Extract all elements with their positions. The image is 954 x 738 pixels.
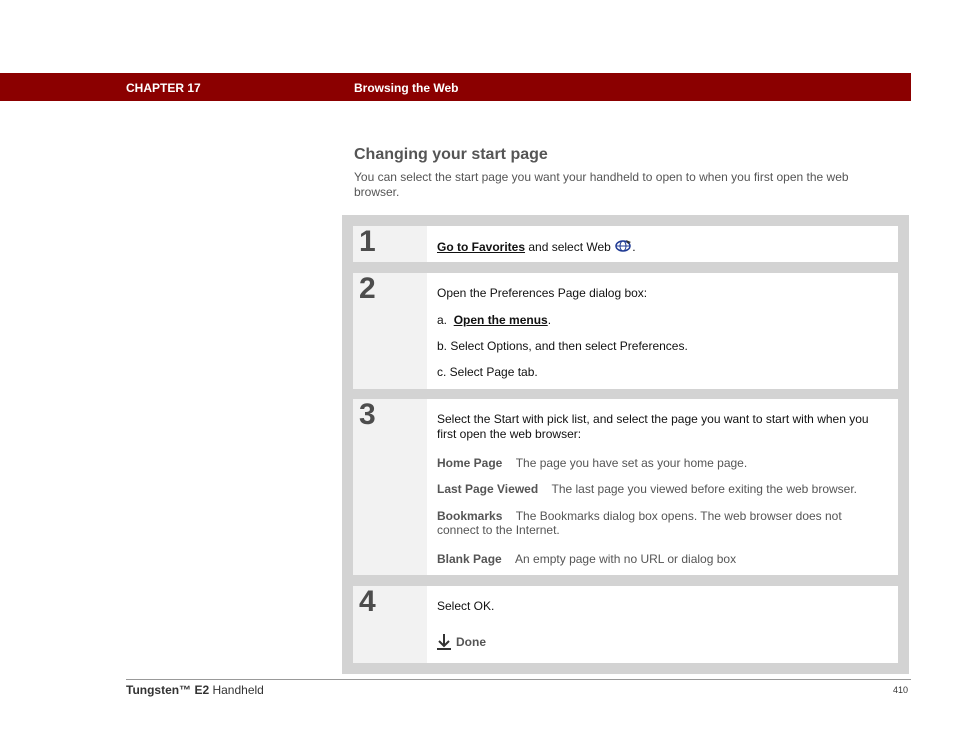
web-browser-icon (615, 240, 632, 252)
done-marker: Done (437, 633, 486, 650)
step-2-substep-b: b. Select Options, and then select Prefe… (437, 339, 688, 353)
step-1-instruction: and select Web (525, 240, 615, 254)
footer-divider (126, 679, 911, 680)
step-4-lead: Select OK. (437, 599, 495, 613)
section-title: Changing your start page (354, 146, 548, 163)
option-term: Home Page (437, 456, 503, 470)
step-number-cell: 4 (353, 586, 427, 663)
step-3-lead: Select the Start with pick list, and sel… (437, 412, 869, 441)
page-number: 410 (893, 685, 909, 695)
chapter-title: Browsing the Web (354, 81, 459, 95)
step-3: 3 Select the Start with pick list, and s… (353, 399, 898, 575)
step-4: 4 Select OK. Done (353, 586, 898, 663)
step-2-substep-a: a. Open the menus. (437, 313, 551, 328)
option-term: Bookmarks (437, 509, 503, 523)
step-number-cell: 1 (353, 226, 427, 262)
option-desc: The page you have set as your home page. (515, 456, 748, 470)
option-bookmarks: Bookmarks The Bookmarks dialog box opens… (437, 509, 882, 537)
option-term: Last Page Viewed (437, 482, 539, 496)
option-home-page: Home Page The page you have set as your … (437, 456, 747, 471)
section-intro: You can select the start page you want y… (354, 170, 849, 199)
chapter-label: CHAPTER 17 (126, 81, 201, 95)
open-the-menus-link[interactable]: Open the menus (454, 313, 548, 327)
option-blank-page: Blank Page An empty page with no URL or … (437, 552, 736, 567)
step-number-cell: 3 (353, 399, 427, 575)
step-2-substep-c: c. Select Page tab. (437, 365, 538, 379)
step-number: 2 (359, 272, 376, 305)
substep-a-period: . (547, 313, 552, 327)
step-1: 1 Go to Favorites and select Web . (353, 226, 898, 262)
footer-product-name: Tungsten™ E2 (126, 683, 210, 697)
step-number: 1 (359, 225, 376, 258)
substep-a-prefix: a. (437, 313, 448, 327)
option-desc: An empty page with no URL or dialog box (515, 552, 737, 566)
footer-product-type: Handheld (209, 683, 264, 697)
option-term: Blank Page (437, 552, 502, 566)
step-number: 4 (359, 585, 376, 618)
down-arrow-icon (437, 634, 451, 650)
done-label: Done (456, 634, 486, 649)
step-number: 3 (359, 398, 376, 431)
go-to-favorites-link[interactable]: Go to Favorites (437, 240, 525, 254)
step-1-text: Go to Favorites and select Web . (437, 239, 636, 255)
steps-panel: 1 Go to Favorites and select Web . 2 Ope… (342, 215, 909, 674)
chapter-header-bar: CHAPTER 17 Browsing the Web (0, 73, 911, 101)
step-2-lead: Open the Preferences Page dialog box: (437, 286, 648, 300)
step-2: 2 Open the Preferences Page dialog box: … (353, 273, 898, 389)
step-1-period: . (632, 240, 636, 254)
footer-product: Tungsten™ E2 Handheld (126, 683, 264, 697)
step-number-cell: 2 (353, 273, 427, 389)
option-last-page-viewed: Last Page Viewed The last page you viewe… (437, 482, 857, 497)
option-desc: The last page you viewed before exiting … (551, 482, 858, 496)
